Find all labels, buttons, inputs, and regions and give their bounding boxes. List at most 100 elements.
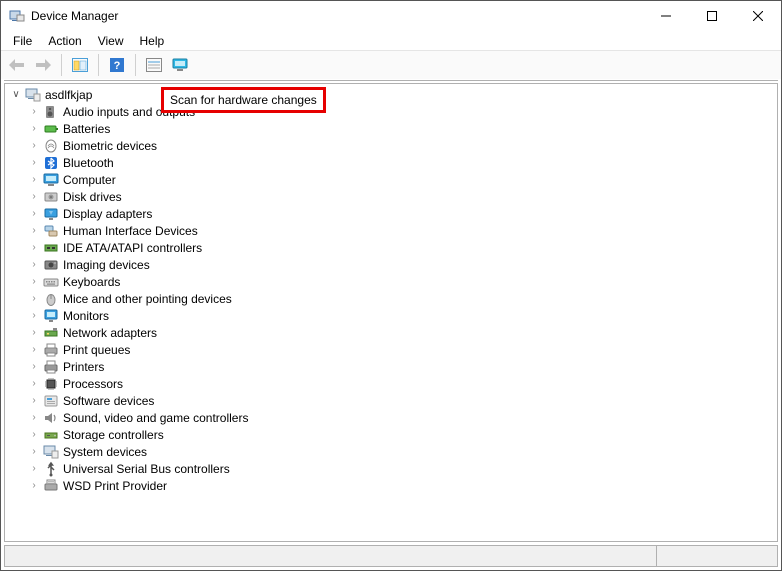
expander-icon[interactable]: › [27,445,41,459]
tree-category[interactable]: › System devices [9,443,773,460]
menu-help[interactable]: Help [134,33,171,49]
mouse-icon [43,291,59,307]
expander-icon[interactable]: › [27,292,41,306]
expander-icon[interactable]: › [27,122,41,136]
expander-icon[interactable]: ∨ [9,88,23,102]
menu-action[interactable]: Action [42,33,87,49]
show-hide-console-tree-button[interactable] [68,53,92,77]
category-label: Display adapters [63,207,152,221]
category-label: Software devices [63,394,154,408]
category-label: Imaging devices [63,258,150,272]
expander-icon[interactable]: › [27,479,41,493]
expander-icon[interactable]: › [27,207,41,221]
category-label: Print queues [63,343,130,357]
category-label: Bluetooth [63,156,114,170]
tree-category[interactable]: › Printers [9,358,773,375]
window-controls [643,1,781,31]
tree-category[interactable]: › Display adapters [9,205,773,222]
toolbar-separator [61,54,62,76]
tree-category[interactable]: ›Processors [9,375,773,392]
printer-icon [43,359,59,375]
expander-icon[interactable]: › [27,139,41,153]
tree-category[interactable]: › Print queues [9,341,773,358]
window-title: Device Manager [31,9,118,23]
statusbar-right-pane [657,546,777,566]
processor-icon [43,376,59,392]
network-icon [43,325,59,341]
expander-icon[interactable]: › [27,224,41,238]
expander-icon[interactable]: › [27,173,41,187]
category-label: Mice and other pointing devices [63,292,232,306]
storage-icon [43,427,59,443]
expander-icon[interactable]: › [27,241,41,255]
category-label: IDE ATA/ATAPI controllers [63,241,202,255]
expander-icon[interactable]: › [27,343,41,357]
expander-icon[interactable]: › [27,326,41,340]
root-label: asdlfkjap [45,88,92,102]
printqueue-icon [43,342,59,358]
expander-icon[interactable]: › [27,258,41,272]
tree-category[interactable]: › Human Interface Devices [9,222,773,239]
expander-icon[interactable]: › [27,394,41,408]
imaging-icon [43,257,59,273]
help-button[interactable]: ? [105,53,129,77]
tree-category[interactable]: ›Audio inputs and outputs [9,103,773,120]
expander-icon[interactable]: › [27,411,41,425]
tree-category[interactable]: › Bluetooth [9,154,773,171]
menu-file[interactable]: File [7,33,38,49]
tree-category[interactable]: ›Monitors [9,307,773,324]
tree-category[interactable]: ›Storage controllers [9,426,773,443]
category-label: Sound, video and game controllers [63,411,248,425]
hid-icon [43,223,59,239]
expander-icon[interactable]: › [27,156,41,170]
tree-panel[interactable]: ∨ asdlfkjap›Audio inputs and outputs›Batt… [4,83,778,542]
tree-category[interactable]: › Computer [9,171,773,188]
category-label: Computer [63,173,116,187]
computer-icon [43,172,59,188]
category-label: Disk drives [63,190,122,204]
tree-category[interactable]: › IDE ATA/ATAPI controllers [9,239,773,256]
tree-category[interactable]: › Imaging devices [9,256,773,273]
tree-root[interactable]: ∨ asdlfkjap [9,86,773,103]
back-button[interactable] [5,53,29,77]
tree-category[interactable]: ›WSD Print Provider [9,477,773,494]
expander-icon[interactable]: › [27,377,41,391]
usb-icon [43,461,59,477]
scan-hardware-button[interactable] [168,53,192,77]
speaker-icon [43,104,59,120]
tree-category[interactable]: › Network adapters [9,324,773,341]
expander-icon[interactable]: › [27,190,41,204]
expander-icon[interactable]: › [27,309,41,323]
tree-category[interactable]: ›Batteries [9,120,773,137]
close-button[interactable] [735,1,781,31]
category-label: Printers [63,360,104,374]
category-label: Human Interface Devices [63,224,198,238]
tree-category[interactable]: › Disk drives [9,188,773,205]
svg-text:?: ? [114,60,121,72]
tree-category[interactable]: › Mice and other pointing devices [9,290,773,307]
device-tree: ∨ asdlfkjap›Audio inputs and outputs›Batt… [5,84,777,496]
expander-icon[interactable]: › [27,275,41,289]
tree-category[interactable]: ›Universal Serial Bus controllers [9,460,773,477]
properties-button[interactable] [142,53,166,77]
tree-category[interactable]: › Software devices [9,392,773,409]
tree-category[interactable]: › Sound, video and game controllers [9,409,773,426]
scan-hardware-tooltip: Scan for hardware changes [161,87,326,113]
category-label: Network adapters [63,326,157,340]
system-icon [43,444,59,460]
forward-button[interactable] [31,53,55,77]
wsd-icon [43,478,59,494]
expander-icon[interactable]: › [27,428,41,442]
keyboard-icon [43,274,59,290]
maximize-button[interactable] [689,1,735,31]
expander-icon[interactable]: › [27,105,41,119]
expander-icon[interactable]: › [27,462,41,476]
tree-category[interactable]: ›Keyboards [9,273,773,290]
minimize-button[interactable] [643,1,689,31]
divider [4,80,778,81]
disk-icon [43,189,59,205]
expander-icon[interactable]: › [27,360,41,374]
tree-category[interactable]: ›Biometric devices [9,137,773,154]
menu-view[interactable]: View [92,33,130,49]
category-label: System devices [63,445,147,459]
